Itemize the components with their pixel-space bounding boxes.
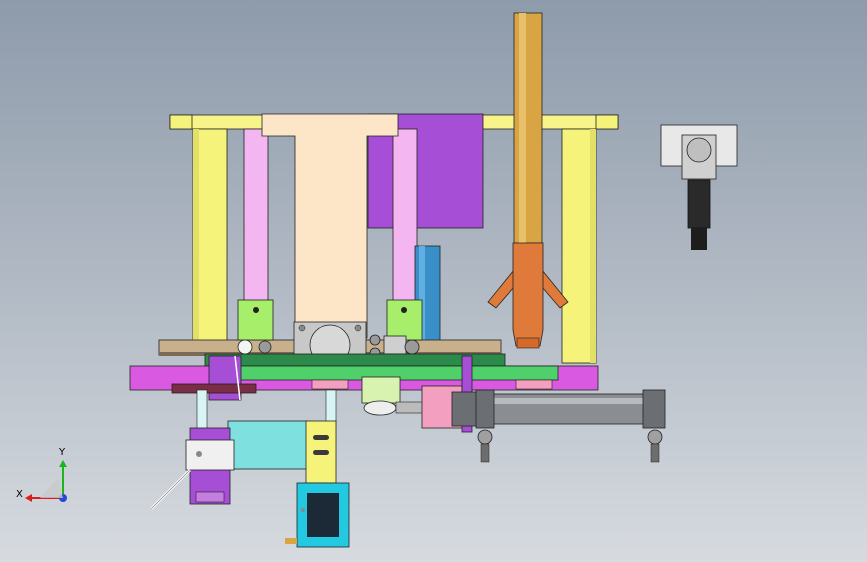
cyan-block[interactable] bbox=[227, 420, 309, 470]
fitting-white[interactable] bbox=[237, 339, 253, 355]
top-crossbar-left-cap bbox=[169, 114, 193, 130]
cad-viewport[interactable]: X Y bbox=[0, 0, 867, 562]
bracket-hole bbox=[253, 307, 259, 313]
cylinder-highlight bbox=[480, 398, 645, 404]
triad-plane bbox=[40, 478, 63, 498]
gold-feed-tube-highlight bbox=[519, 13, 526, 243]
sensor-probe-outline bbox=[150, 469, 191, 510]
orange-pipe-neck bbox=[516, 337, 540, 349]
camera-ring bbox=[686, 137, 712, 163]
fitting[interactable] bbox=[404, 339, 420, 355]
gold-feed-tube[interactable] bbox=[513, 12, 543, 244]
lime-bracket-right[interactable] bbox=[386, 299, 423, 341]
clamp-bolt bbox=[354, 324, 362, 332]
orange-vertical-pipe[interactable] bbox=[512, 242, 544, 347]
motor-screw bbox=[301, 508, 305, 512]
mount-stud bbox=[650, 443, 660, 463]
triad-y-arrow bbox=[59, 460, 67, 467]
clamp-bolt bbox=[298, 324, 306, 332]
axis-triad[interactable]: X Y bbox=[16, 447, 67, 502]
sensor-foot bbox=[195, 491, 225, 503]
support-cyan[interactable] bbox=[325, 389, 337, 423]
base-pink-pad bbox=[311, 379, 349, 390]
fitting-body[interactable] bbox=[383, 335, 407, 355]
dark-green-rail[interactable] bbox=[204, 353, 506, 367]
bracket-hole bbox=[401, 307, 407, 313]
slot bbox=[313, 435, 329, 440]
fitting[interactable] bbox=[369, 334, 381, 346]
sensor-screw bbox=[196, 451, 202, 457]
slot bbox=[313, 450, 329, 455]
triad-x-arrow bbox=[25, 494, 32, 502]
camera-lens[interactable] bbox=[687, 179, 711, 229]
triad-y-label: Y bbox=[58, 447, 66, 458]
frame-left-upright-shade bbox=[193, 129, 199, 341]
assembly-drawing[interactable]: X Y bbox=[0, 0, 867, 562]
cylinder-front-cap[interactable] bbox=[475, 389, 495, 429]
frame-right-upright-shade bbox=[590, 129, 596, 363]
triad-x-label: X bbox=[16, 489, 23, 500]
fitting[interactable] bbox=[258, 340, 272, 354]
mount-foot[interactable] bbox=[477, 429, 493, 445]
sensor-face[interactable] bbox=[185, 439, 235, 471]
mount-stud bbox=[480, 443, 490, 463]
lime-bracket-left[interactable] bbox=[237, 299, 274, 341]
mount-foot[interactable] bbox=[647, 429, 663, 445]
maroon-rod[interactable] bbox=[171, 383, 257, 394]
motor-shaft bbox=[285, 538, 297, 544]
camera-connector bbox=[691, 228, 707, 250]
cylinder-end-cap[interactable] bbox=[642, 389, 666, 429]
elbow-fitting[interactable] bbox=[363, 400, 397, 416]
support-cyan[interactable] bbox=[196, 389, 208, 435]
top-crossbar-right-cap bbox=[595, 114, 619, 130]
lime-fitting-block[interactable] bbox=[361, 376, 401, 404]
stepper-motor-core bbox=[307, 493, 339, 537]
base-pink-pad bbox=[515, 379, 553, 390]
